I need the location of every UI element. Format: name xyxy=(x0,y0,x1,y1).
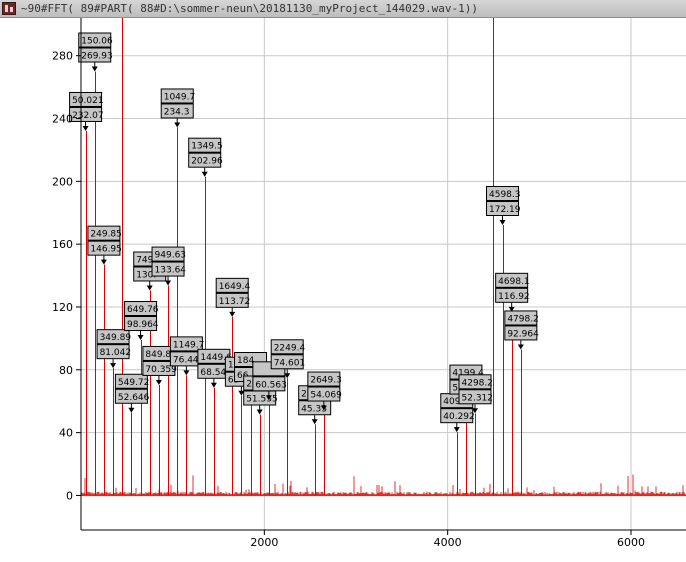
label-frequency: 2649.3 xyxy=(310,376,342,386)
label-frequency: 4698.1 xyxy=(498,277,530,287)
label-amplitude: 269.93 xyxy=(81,52,113,62)
y-tick-label: 280 xyxy=(52,50,73,63)
label-amplitude: 146.95 xyxy=(90,245,122,255)
label-frequency: 184 xyxy=(237,356,254,366)
label-amplitude: 234.3 xyxy=(164,107,190,117)
y-tick-label: 0 xyxy=(66,489,73,502)
label-amplitude: 74.601 xyxy=(274,358,306,368)
y-tick-label: 40 xyxy=(59,427,73,440)
label-frequency: 349.89 xyxy=(100,333,132,343)
label-frequency: 4798.2 xyxy=(507,314,538,324)
app-icon[interactable] xyxy=(2,2,16,15)
label-frequency: 2249.4 xyxy=(274,343,306,353)
label-amplitude: 60.563 xyxy=(255,380,287,390)
label-amplitude: 54.069 xyxy=(310,391,342,401)
label-amplitude: 133.64 xyxy=(155,266,187,276)
label-frequency: 549.72 xyxy=(118,378,149,388)
label-frequency: 150.06 xyxy=(81,37,113,47)
label-amplitude: 51.535 xyxy=(246,395,278,405)
label-amplitude: 172.19 xyxy=(489,205,521,215)
y-tick-label: 120 xyxy=(52,301,73,314)
label-frequency: 50.021 xyxy=(72,96,104,106)
label-amplitude: 98.964 xyxy=(127,320,159,330)
label-amplitude: 202.96 xyxy=(191,157,223,167)
x-tick-label: 6000 xyxy=(617,536,645,549)
label-frequency: 409 xyxy=(443,397,460,407)
y-tick-label: 240 xyxy=(52,113,73,126)
label-frequency: 4298.2 xyxy=(462,378,494,388)
label-amplitude: 116.92 xyxy=(498,292,530,302)
label-amplitude: 70.359 xyxy=(145,365,177,375)
label-frequency: 949.63 xyxy=(155,251,187,261)
x-tick-label: 4000 xyxy=(434,536,462,549)
y-tick-label: 160 xyxy=(52,238,73,251)
label-frequency: 1049.7 xyxy=(164,92,196,102)
label-frequency: 1349.5 xyxy=(191,142,223,152)
label-frequency: 649.76 xyxy=(127,305,159,315)
window-title: ~90#FFT( 89#PART( 88#D:\sommer-neun\2018… xyxy=(21,2,478,15)
label-amplitude: 52.646 xyxy=(118,393,150,403)
label-frequency: 749 xyxy=(136,255,153,265)
label-amplitude: 113.72 xyxy=(219,297,251,307)
label-amplitude: 40.292 xyxy=(443,412,475,422)
label-amplitude: 52.312 xyxy=(462,393,494,403)
label-amplitude: 232.07 xyxy=(72,111,104,121)
x-tick-label: 2000 xyxy=(250,536,278,549)
label-amplitude: 5 xyxy=(452,384,458,394)
label-frequency: 249.85 xyxy=(90,230,122,240)
label-amplitude: 81.042 xyxy=(100,348,131,358)
label-frequency: 4598.3 xyxy=(489,190,521,200)
y-tick-label: 200 xyxy=(52,175,73,188)
title-bar[interactable]: ~90#FFT( 89#PART( 88#D:\sommer-neun\2018… xyxy=(0,0,686,18)
label-amplitude: 92.964 xyxy=(507,329,539,339)
fft-spectrum-chart: 150.06 269.93 50.021 232.07 249.85 146.95 349.… xyxy=(52,18,686,549)
label-frequency: 1649.4 xyxy=(219,282,251,292)
y-tick-label: 80 xyxy=(59,364,73,377)
